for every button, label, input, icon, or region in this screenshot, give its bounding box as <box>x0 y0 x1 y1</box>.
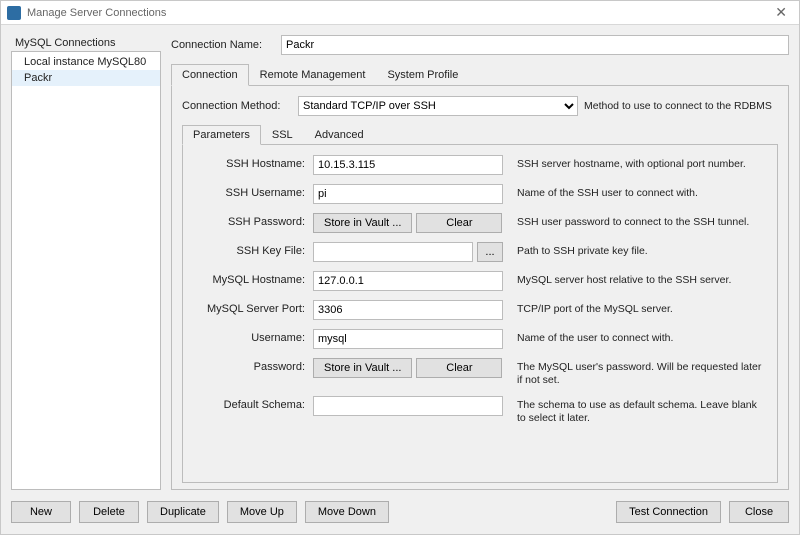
close-button[interactable]: Close <box>729 501 789 523</box>
connection-method-row: Connection Method: Standard TCP/IP over … <box>182 96 778 116</box>
default-schema-help: The schema to use as default schema. Lea… <box>503 396 767 425</box>
username-label: Username: <box>193 329 313 344</box>
default-schema-input[interactable] <box>313 396 503 416</box>
connection-method-desc: Method to use to connect to the RDBMS <box>584 100 778 112</box>
username-help: Name of the user to connect with. <box>503 329 767 345</box>
connection-name-input[interactable] <box>281 35 789 55</box>
password-help: The MySQL user's password. Will be reque… <box>503 358 767 387</box>
row-username: Username: Name of the user to connect wi… <box>193 329 767 349</box>
delete-button[interactable]: Delete <box>79 501 139 523</box>
subtab-advanced[interactable]: Advanced <box>304 125 375 145</box>
row-mysql-port: MySQL Server Port: TCP/IP port of the My… <box>193 300 767 320</box>
sidebar-item-local[interactable]: Local instance MySQL80 <box>12 54 160 70</box>
row-default-schema: Default Schema: The schema to use as def… <box>193 396 767 425</box>
sidebar-item-packr[interactable]: Packr <box>12 70 160 86</box>
sidebar-header: MySQL Connections <box>11 35 161 51</box>
ssh-password-store-button[interactable]: Store in Vault ... <box>313 213 412 233</box>
ssh-password-clear-button[interactable]: Clear <box>416 213 502 233</box>
tab-connection[interactable]: Connection <box>171 64 249 86</box>
subtab-ssl[interactable]: SSL <box>261 125 304 145</box>
connection-panel: Connection Method: Standard TCP/IP over … <box>171 86 789 490</box>
ssh-keyfile-label: SSH Key File: <box>193 242 313 257</box>
mysql-port-input[interactable] <box>313 300 503 320</box>
connection-name-label: Connection Name: <box>171 39 281 51</box>
username-input[interactable] <box>313 329 503 349</box>
mysql-hostname-help: MySQL server host relative to the SSH se… <box>503 271 767 287</box>
window: Manage Server Connections ✕ MySQL Connec… <box>0 0 800 535</box>
ssh-hostname-help: SSH server hostname, with optional port … <box>503 155 767 171</box>
password-clear-button[interactable]: Clear <box>416 358 502 378</box>
ssh-hostname-label: SSH Hostname: <box>193 155 313 170</box>
parameters-form: SSH Hostname: SSH server hostname, with … <box>182 145 778 483</box>
duplicate-button[interactable]: Duplicate <box>147 501 219 523</box>
ssh-hostname-input[interactable] <box>313 155 503 175</box>
connection-method-select[interactable]: Standard TCP/IP over SSH <box>298 96 578 116</box>
connection-method-label: Connection Method: <box>182 100 292 112</box>
ssh-keyfile-input[interactable] <box>313 242 473 262</box>
mysql-port-label: MySQL Server Port: <box>193 300 313 315</box>
mysql-hostname-input[interactable] <box>313 271 503 291</box>
row-mysql-hostname: MySQL Hostname: MySQL server host relati… <box>193 271 767 291</box>
main: Connection Name: Connection Remote Manag… <box>171 35 789 490</box>
row-password: Password: Store in Vault ... Clear The M… <box>193 358 767 387</box>
ssh-username-help: Name of the SSH user to connect with. <box>503 184 767 200</box>
password-label: Password: <box>193 358 313 373</box>
ssh-username-label: SSH Username: <box>193 184 313 199</box>
row-ssh-hostname: SSH Hostname: SSH server hostname, with … <box>193 155 767 175</box>
mysql-port-help: TCP/IP port of the MySQL server. <box>503 300 767 316</box>
window-title: Manage Server Connections <box>27 7 769 19</box>
sub-tabs: Parameters SSL Advanced <box>182 124 778 145</box>
row-ssh-keyfile: SSH Key File: ... Path to SSH private ke… <box>193 242 767 262</box>
close-icon[interactable]: ✕ <box>769 4 793 21</box>
move-up-button[interactable]: Move Up <box>227 501 297 523</box>
footer: New Delete Duplicate Move Up Move Down T… <box>1 490 799 534</box>
row-ssh-password: SSH Password: Store in Vault ... Clear S… <box>193 213 767 233</box>
ssh-username-input[interactable] <box>313 184 503 204</box>
connection-name-row: Connection Name: <box>171 35 789 55</box>
ssh-keyfile-help: Path to SSH private key file. <box>503 242 767 258</box>
main-tabs: Connection Remote Management System Prof… <box>171 63 789 86</box>
subtab-parameters[interactable]: Parameters <box>182 125 261 145</box>
move-down-button[interactable]: Move Down <box>305 501 389 523</box>
row-ssh-username: SSH Username: Name of the SSH user to co… <box>193 184 767 204</box>
default-schema-label: Default Schema: <box>193 396 313 411</box>
password-store-button[interactable]: Store in Vault ... <box>313 358 412 378</box>
tab-remote-management[interactable]: Remote Management <box>249 64 377 86</box>
ssh-keyfile-browse-button[interactable]: ... <box>477 242 503 262</box>
body: MySQL Connections Local instance MySQL80… <box>1 25 799 490</box>
ssh-password-help: SSH user password to connect to the SSH … <box>503 213 767 229</box>
app-icon <box>7 6 21 20</box>
tab-system-profile[interactable]: System Profile <box>376 64 469 86</box>
sidebar: MySQL Connections Local instance MySQL80… <box>11 35 161 490</box>
titlebar: Manage Server Connections ✕ <box>1 1 799 25</box>
ssh-password-label: SSH Password: <box>193 213 313 228</box>
mysql-hostname-label: MySQL Hostname: <box>193 271 313 286</box>
connection-list[interactable]: Local instance MySQL80 Packr <box>11 51 161 490</box>
new-button[interactable]: New <box>11 501 71 523</box>
test-connection-button[interactable]: Test Connection <box>616 501 721 523</box>
